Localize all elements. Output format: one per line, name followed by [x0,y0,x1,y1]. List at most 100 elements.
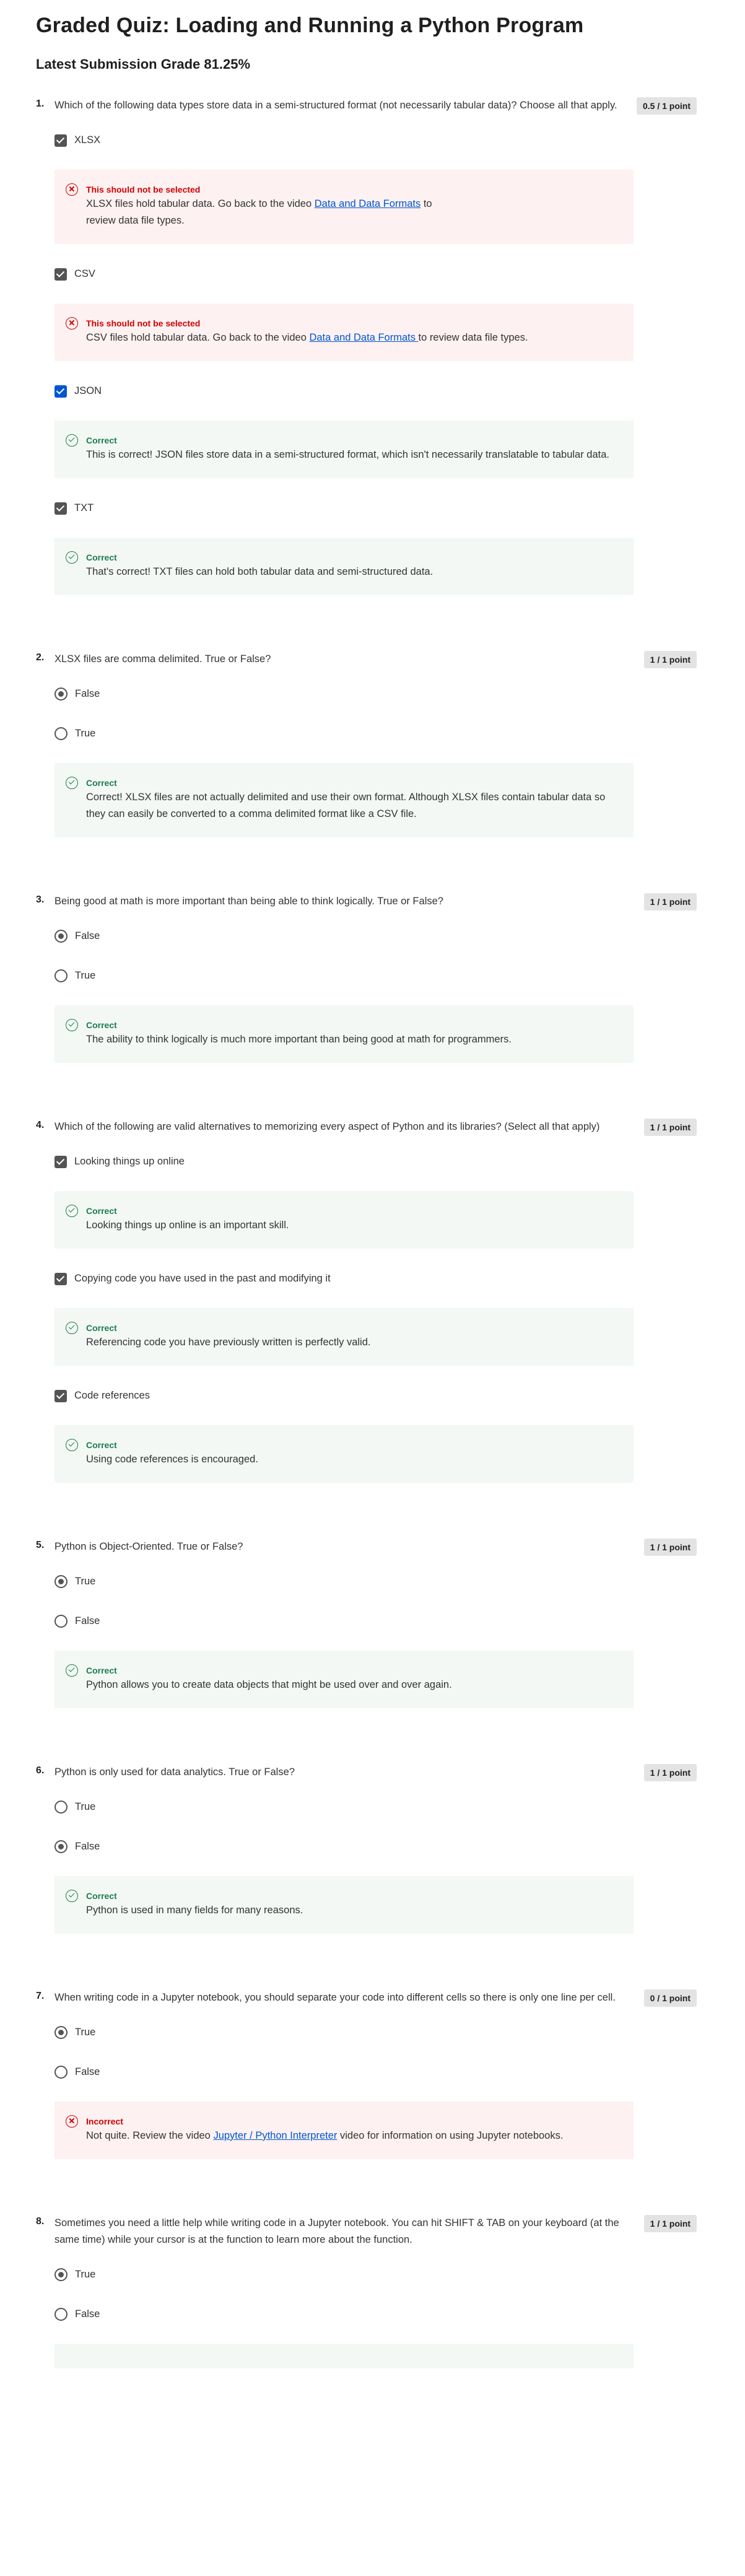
points-badge: 1 / 1 point [643,650,697,668]
option-looking-up-online[interactable]: Looking things up online [54,1154,634,1170]
question-5: 5. Python is Object-Oriented. True or Fa… [36,1538,709,1708]
option-false[interactable]: False [54,2307,634,2323]
feedback-title: Correct [86,1665,117,1675]
question-number: 1. [36,98,45,109]
check-circle-icon [66,1438,78,1451]
checkbox-checked-icon[interactable] [54,502,67,515]
checkbox-checked-icon[interactable] [54,268,67,281]
radio-unselected-icon[interactable] [54,727,68,740]
question-8: 8. Sometimes you need a little help whil… [36,2214,709,2369]
check-circle-icon [66,776,78,789]
option-true[interactable]: True [54,726,634,742]
feedback-correct: Correct Referencing code you have previo… [54,1308,634,1366]
option-label: Code references [74,1390,150,1401]
option-label: True [75,1801,96,1812]
feedback-title: This should not be selected [86,318,201,328]
option-label: False [75,930,100,941]
option-xlsx[interactable]: XLSX [54,133,634,149]
radio-selected-icon[interactable] [54,688,68,701]
question-3: 3. Being good at math is more important … [36,893,709,1063]
feedback-title: This should not be selected [86,184,201,194]
question-number: 7. [36,1990,45,2001]
option-label: False [75,1615,100,1626]
option-label: Copying code you have used in the past a… [74,1273,331,1284]
check-circle-icon [66,1018,78,1031]
feedback-text: That's correct! TXT files can hold both … [86,565,433,577]
radio-selected-icon[interactable] [54,2026,68,2039]
checkbox-checked-icon[interactable] [54,1272,67,1285]
radio-unselected-icon[interactable] [54,969,68,982]
feedback-text: Correct! XLSX files are not actually del… [86,791,606,819]
option-txt[interactable]: TXT [54,500,634,517]
feedback-text: The ability to think logically is much m… [86,1033,512,1045]
question-number: 8. [36,2216,45,2227]
option-label: True [75,1576,96,1587]
radio-unselected-icon[interactable] [54,1801,68,1814]
option-json[interactable]: JSON [54,383,634,399]
question-text: Which of the following data types store … [54,99,617,111]
video-link[interactable]: Data and Data Formats [315,198,421,209]
feedback-correct: Correct Using code references is encoura… [54,1425,634,1483]
check-circle-icon [66,1664,78,1677]
radio-unselected-icon[interactable] [54,2308,68,2321]
feedback-correct: Correct That's correct! TXT files can ho… [54,537,634,595]
question-number: 3. [36,894,45,905]
question-4: 4. Which of the following are valid alte… [36,1118,709,1483]
option-true[interactable]: True [54,1799,634,1815]
radio-unselected-icon[interactable] [54,1615,68,1628]
feedback-title: Correct [86,1019,117,1030]
option-false[interactable]: False [54,2064,634,2080]
feedback-correct: Correct The ability to think logically i… [54,1005,634,1063]
question-number: 5. [36,1539,45,1550]
radio-unselected-icon[interactable] [54,2066,68,2079]
question-text: XLSX files are comma delimited. True or … [54,653,271,665]
option-label: Looking things up online [74,1156,185,1167]
option-true[interactable]: True [54,2267,634,2283]
option-label: True [75,970,96,981]
points-badge: 0 / 1 point [643,1989,697,2007]
option-csv[interactable]: CSV [54,266,634,282]
question-6: 6. Python is only used for data analytic… [36,1763,709,1934]
option-false[interactable]: False [54,686,634,702]
check-circle-icon [66,1321,78,1334]
option-label: JSON [74,385,102,396]
check-circle-icon [66,434,78,447]
video-link[interactable]: Data and Data Formats [309,332,418,343]
option-true[interactable]: True [54,1574,634,1590]
feedback-text: Not quite. Review the video Jupyter / Py… [86,2129,564,2141]
feedback-text: Looking things up online is an important… [86,1219,289,1231]
option-true[interactable]: True [54,2025,634,2041]
video-link[interactable]: Jupyter / Python Interpreter [213,2130,337,2141]
option-false[interactable]: False [54,928,634,945]
feedback-text: Python allows you to create data objects… [86,1679,452,1690]
feedback-title: Correct [86,1322,117,1333]
option-false[interactable]: False [54,1613,634,1630]
question-text: Python is only used for data analytics. … [54,1766,295,1778]
x-circle-icon [66,317,78,330]
question-7: 7. When writing code in a Jupyter notebo… [36,1989,709,2159]
x-circle-icon [66,2115,78,2128]
feedback-correct: Correct This is correct! JSON files stor… [54,420,634,478]
checkbox-checked-icon[interactable] [54,1389,67,1402]
checkbox-checked-icon[interactable] [54,134,67,147]
radio-selected-icon[interactable] [54,1575,68,1588]
points-badge: 0.5 / 1 point [636,97,697,115]
radio-selected-icon[interactable] [54,2268,68,2281]
quiz-page: Graded Quiz: Loading and Running a Pytho… [0,0,745,2369]
option-label: False [75,1841,100,1852]
option-copying-code[interactable]: Copying code you have used in the past a… [54,1271,634,1287]
checkbox-checked-icon[interactable] [54,1155,67,1168]
question-text: Which of the following are valid alterna… [54,1120,600,1132]
radio-selected-icon[interactable] [54,930,68,943]
feedback-text: Referencing code you have previously wri… [86,1336,371,1348]
checkbox-checked-icon[interactable] [54,385,67,398]
question-number: 6. [36,1765,45,1776]
option-true[interactable]: True [54,968,634,984]
radio-selected-icon[interactable] [54,1840,68,1853]
option-code-references[interactable]: Code references [54,1388,634,1404]
points-badge: 1 / 1 point [643,2214,697,2232]
option-label: TXT [74,502,94,513]
check-circle-icon [66,1889,78,1902]
option-false[interactable]: False [54,1839,634,1855]
feedback-text: XLSX files hold tabular data. Go back to… [86,198,432,226]
